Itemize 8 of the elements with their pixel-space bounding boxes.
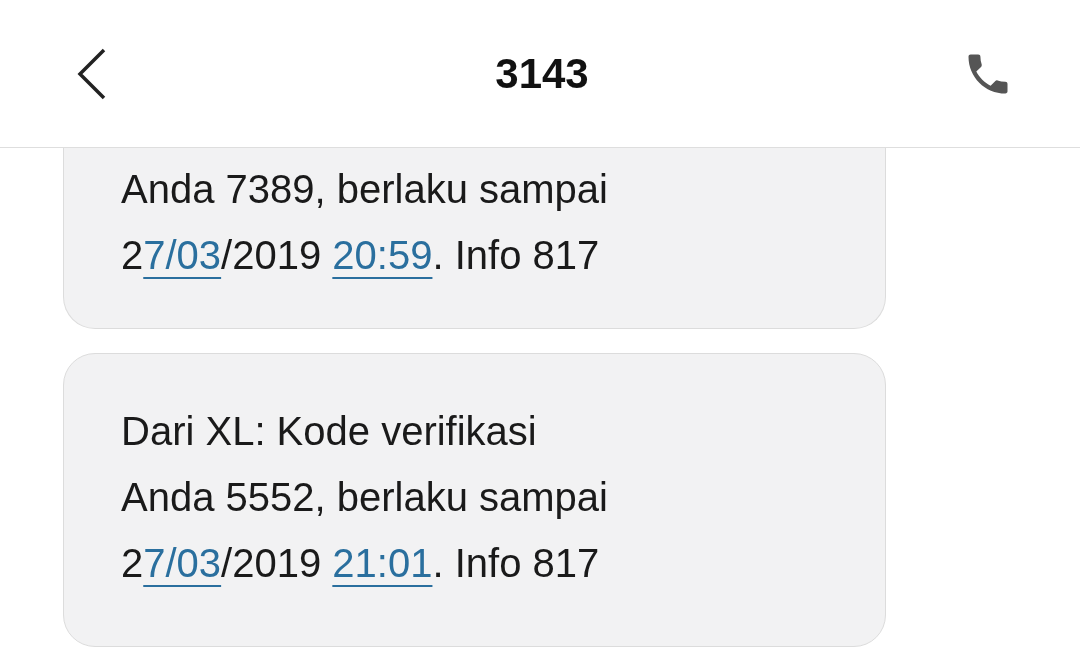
date-link[interactable]: 7/03 — [143, 541, 222, 585]
message-text: Dari XL: Kode verifikasi Anda 5552, berlaku sampai 27/03/2019 21:01. Info 817 — [121, 408, 609, 587]
message-text: Anda 7389, berlaku sampai 27/03/2019 20:59. Info 817 — [121, 166, 609, 279]
back-icon — [76, 47, 108, 100]
conversation-title: 3143 — [495, 49, 589, 99]
date-link[interactable]: 21:01 — [332, 541, 433, 585]
date-link[interactable]: 20:59 — [332, 233, 433, 277]
date-link[interactable]: 7/03 — [143, 233, 222, 277]
